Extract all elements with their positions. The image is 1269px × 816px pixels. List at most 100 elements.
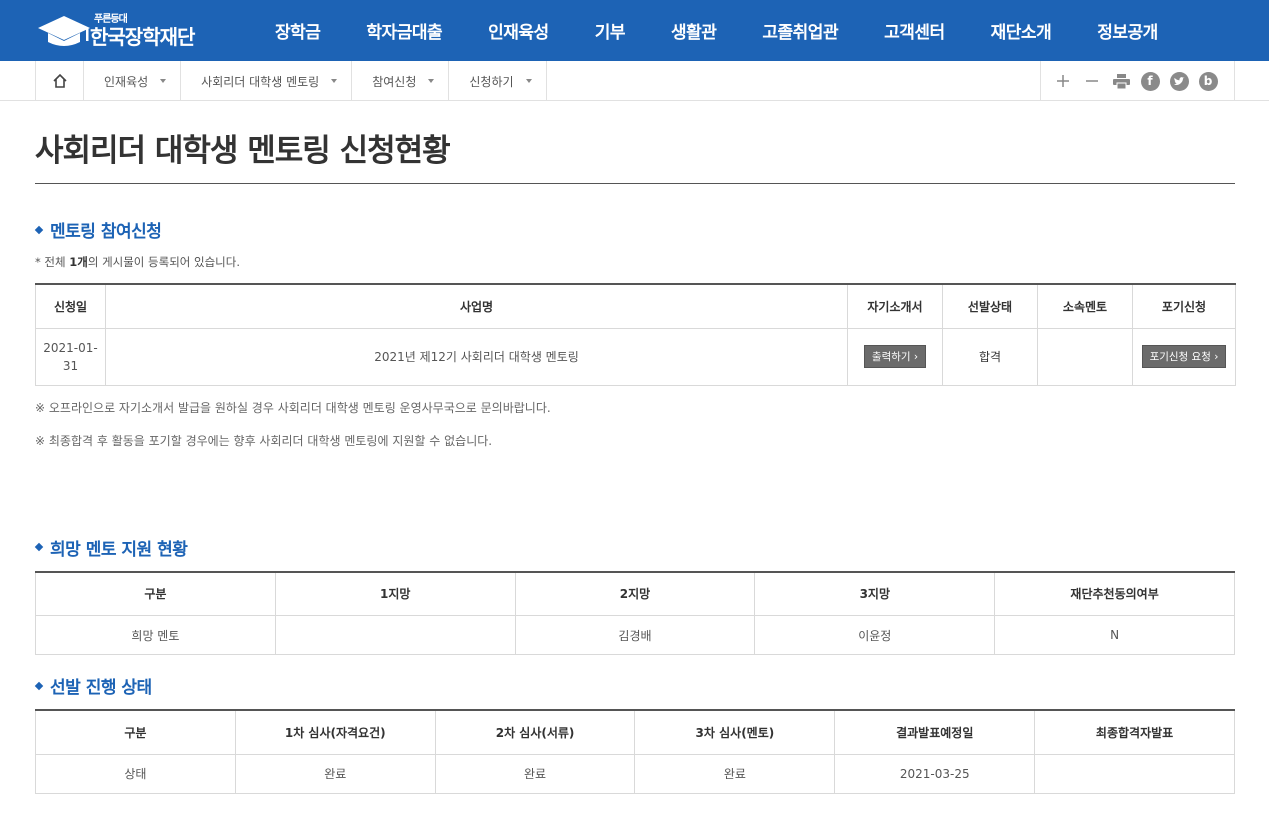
column-header: 자기소개서 <box>847 283 943 329</box>
choice-3: 이윤정 <box>754 615 996 655</box>
stage-3-status: 완료 <box>634 753 836 794</box>
column-header: 선발상태 <box>942 283 1038 329</box>
menu-item-talent-development[interactable]: 인재육성 <box>488 18 549 43</box>
assigned-mentor <box>1037 327 1133 386</box>
blog-share-button[interactable]: b <box>1198 71 1218 91</box>
stage-1-status: 완료 <box>234 753 436 794</box>
caret-down-icon <box>428 79 435 83</box>
print-button[interactable] <box>1111 71 1131 91</box>
program-name: 2021년 제12기 사회리더 대학생 멘토링 <box>105 327 848 386</box>
selection-progress-table: 구분 1차 심사(자격요건) 2차 심사(서류) 3차 심사(멘토) 결과발표예… <box>35 709 1235 794</box>
location-bar: 인재육성 사회리더 대학생 멘토링 참여신청 신청하기 f b <box>0 61 1269 101</box>
caret-down-icon <box>331 79 338 83</box>
table-header-row: 구분 1차 심사(자격요건) 2차 심사(서류) 3차 심사(멘토) 결과발표예… <box>35 709 1235 755</box>
final-result <box>1034 753 1235 794</box>
main-menu: 장학금 학자금대출 인재육성 기부 생활관 고졸취업관 고객센터 재단소개 정보… <box>255 0 1158 61</box>
column-header: 3차 심사(멘토) <box>634 709 836 755</box>
section-title-text: 희망 멘토 지원 현황 <box>50 539 188 560</box>
column-header: 최종합격자발표 <box>1034 709 1235 755</box>
twitter-icon <box>1169 71 1189 91</box>
self-intro-cell: 출력하기 <box>847 327 943 386</box>
column-header: 포기신청 <box>1132 283 1236 329</box>
minus-icon <box>1086 80 1098 82</box>
date-part: 2021-01- <box>43 340 98 355</box>
menu-item-scholarship[interactable]: 장학금 <box>275 18 321 43</box>
menu-item-student-loan[interactable]: 학자금대출 <box>366 18 442 43</box>
breadcrumb-talent-development[interactable]: 인재육성 <box>84 61 182 101</box>
top-navigation: 푸른등대 한국장학재단 장학금 학자금대출 인재육성 기부 생활관 고졸취업관 … <box>0 0 1269 61</box>
column-header: 2지망 <box>514 570 756 616</box>
caret-down-icon <box>525 79 532 83</box>
plus-icon <box>1057 75 1069 87</box>
column-header: 구분 <box>35 709 236 755</box>
menu-item-donation[interactable]: 기부 <box>595 18 626 43</box>
blog-icon: b <box>1198 71 1218 91</box>
facebook-share-button[interactable]: f <box>1140 71 1160 91</box>
section-title-text: 선발 진행 상태 <box>50 678 152 698</box>
twitter-share-button[interactable] <box>1169 71 1189 91</box>
facebook-icon: f <box>1140 71 1160 91</box>
row-label: 상태 <box>35 753 236 794</box>
breadcrumb-participation[interactable]: 참여신청 <box>352 61 450 101</box>
home-button[interactable] <box>36 61 84 101</box>
section-title-text: 멘토링 참여신청 <box>50 222 162 242</box>
page-title: 사회리더 대학생 멘토링 신청현황 <box>35 101 1235 184</box>
post-count: * 전체 1개의 게시물이 등록되어 있습니다. <box>35 254 1235 270</box>
column-header: 재단추천동의여부 <box>994 570 1235 616</box>
column-header: 구분 <box>35 570 276 616</box>
utility-toolbar: f b <box>1040 61 1235 101</box>
desired-mentor-table: 구분 1지망 2지망 3지망 재단추천동의여부 희망 멘토 김경배 이윤정 N <box>35 570 1235 655</box>
diamond-bullet-icon <box>34 542 44 552</box>
printer-icon <box>1112 73 1130 89</box>
diamond-bullet-icon <box>34 225 44 234</box>
breadcrumb-label: 사회리더 대학생 멘토링 <box>201 74 320 89</box>
main-content: 사회리더 대학생 멘토링 신청현황 멘토링 참여신청 * 전체 1개의 게시물이… <box>34 101 1236 794</box>
column-header: 신청일 <box>35 283 106 329</box>
logo-tagline: 푸른등대 <box>94 14 128 25</box>
caret-down-icon <box>160 79 167 83</box>
table-header-row: 신청일 사업명 자기소개서 선발상태 소속멘토 포기신청 <box>35 283 1236 329</box>
section-title-application: 멘토링 참여신청 <box>34 217 1235 242</box>
menu-item-dormitory[interactable]: 생활관 <box>671 18 717 43</box>
zoom-out-button[interactable] <box>1082 71 1102 91</box>
menu-item-employment[interactable]: 고졸취업관 <box>762 18 838 43</box>
menu-item-public-info[interactable]: 정보공개 <box>1097 18 1158 43</box>
menu-item-customer-center[interactable]: 고객센터 <box>884 18 945 43</box>
application-table: 신청일 사업명 자기소개서 선발상태 소속멘토 포기신청 2021-01- 31… <box>35 283 1236 386</box>
column-header: 소속멘토 <box>1037 283 1133 329</box>
notice-giveup: ※ 최종합격 후 활동을 포기할 경우에는 향후 사회리더 대학생 멘토링에 지… <box>35 433 493 448</box>
column-header: 결과발표예정일 <box>834 709 1036 755</box>
stage-2-status: 완료 <box>434 753 636 794</box>
zoom-in-button[interactable] <box>1053 71 1073 91</box>
breadcrumb-label: 참여신청 <box>372 74 417 89</box>
breadcrumb-apply[interactable]: 신청하기 <box>449 61 547 101</box>
column-header: 1지망 <box>274 570 516 616</box>
choice-2: 김경배 <box>514 615 756 655</box>
column-header: 3지망 <box>754 570 996 616</box>
recommend-consent: N <box>994 615 1235 655</box>
date-part: 31 <box>62 358 79 373</box>
selection-status: 합격 <box>942 327 1038 386</box>
count-suffix: 의 게시물이 등록되어 있습니다. <box>87 255 240 269</box>
column-header: 사업명 <box>105 283 848 329</box>
count-prefix: * 전체 <box>35 255 70 269</box>
table-row: 상태 완료 완료 완료 2021-03-25 <box>35 753 1235 794</box>
column-header: 2차 심사(서류) <box>434 709 636 755</box>
print-self-intro-button[interactable]: 출력하기 <box>863 345 927 368</box>
menu-item-foundation-intro[interactable]: 재단소개 <box>991 18 1052 43</box>
choice-1 <box>274 615 516 655</box>
table-header-row: 구분 1지망 2지망 3지망 재단추천동의여부 <box>35 570 1235 616</box>
table-row: 희망 멘토 김경배 이윤정 N <box>35 615 1235 655</box>
breadcrumb-label: 신청하기 <box>469 74 514 89</box>
breadcrumb-mentoring[interactable]: 사회리더 대학생 멘토링 <box>181 61 353 101</box>
table-row: 2021-01- 31 2021년 제12기 사회리더 대학생 멘토링 출력하기… <box>35 327 1236 386</box>
diamond-bullet-icon <box>34 681 44 690</box>
logo-text: 한국장학재단 <box>90 25 195 49</box>
notice-offline: ※ 오프라인으로 자기소개서 발급을 원하실 경우 사회리더 대학생 멘토링 운… <box>35 400 551 415</box>
breadcrumb-label: 인재육성 <box>104 74 149 89</box>
column-header: 1차 심사(자격요건) <box>234 709 436 755</box>
count-value: 1개 <box>69 255 88 269</box>
site-logo[interactable]: 푸른등대 한국장학재단 <box>36 10 236 52</box>
giveup-request-button[interactable]: 포기신청 요청 <box>1141 345 1227 368</box>
announcement-date: 2021-03-25 <box>834 753 1036 794</box>
